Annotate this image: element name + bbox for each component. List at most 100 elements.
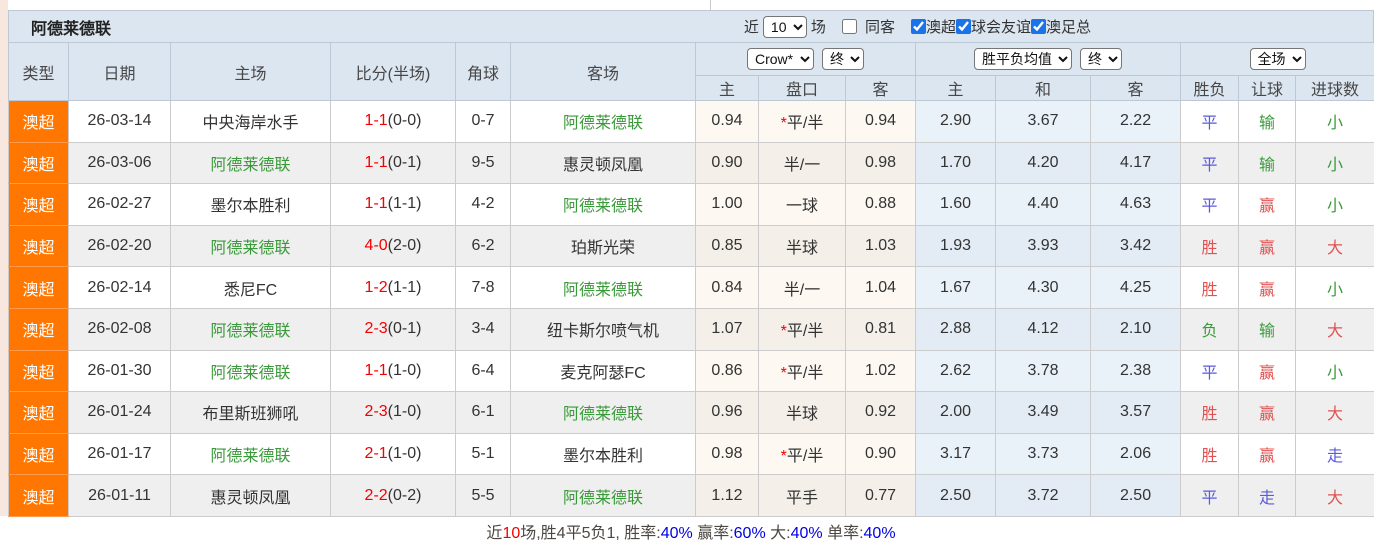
- goals-over-under-result: 大: [1296, 475, 1374, 517]
- handicap-line-cell: *平/半: [759, 101, 846, 143]
- handicap-line: 半球: [786, 406, 818, 423]
- avg-home-odds: 2.50: [916, 475, 996, 517]
- score-cell: 1-1(1-1): [331, 184, 456, 226]
- league-badge: 澳超: [9, 308, 69, 350]
- score-cell: 1-1(0-0): [331, 101, 456, 143]
- table-row: 澳超 26-01-24 布里斯班狮吼 2-3(1-0) 6-1 阿德莱德联 0.…: [9, 392, 1374, 434]
- avg-home-odds: 2.90: [916, 101, 996, 143]
- half-time-score: (0-0): [388, 112, 422, 129]
- league-checkbox[interactable]: [956, 19, 971, 34]
- home-odds: 1.12: [696, 475, 759, 517]
- summary-segment: 60%: [734, 525, 766, 542]
- win-draw-loss-result: 胜: [1181, 267, 1239, 309]
- league-checkbox[interactable]: [1031, 19, 1046, 34]
- handicap-line: 平手: [786, 490, 818, 507]
- league-badge: 澳超: [9, 392, 69, 434]
- handicap-line-cell: 半球: [759, 392, 846, 434]
- away-team: 阿德莱德联: [511, 475, 696, 517]
- home-team: 阿德莱德联: [171, 433, 331, 475]
- bookmaker-select[interactable]: Crow*: [747, 48, 814, 70]
- corners-score: 9-5: [456, 142, 511, 184]
- recent-count-select[interactable]: 10: [763, 16, 807, 38]
- home-odds: 0.86: [696, 350, 759, 392]
- score-cell: 2-1(1-0): [331, 433, 456, 475]
- half-time-score: (2-0): [388, 237, 422, 254]
- win-draw-loss-result: 平: [1181, 142, 1239, 184]
- summary-segment: 40%: [864, 525, 896, 542]
- win-draw-loss-result: 负: [1181, 308, 1239, 350]
- avg-away-odds: 3.42: [1091, 225, 1181, 267]
- col-header-corner: 角球: [456, 43, 511, 101]
- league-badge: 澳超: [9, 350, 69, 392]
- handicap-line-cell: 半/一: [759, 142, 846, 184]
- col-header-handicap: 让球: [1239, 76, 1296, 101]
- full-time-score: 4-0: [365, 237, 388, 254]
- match-date: 26-02-14: [69, 267, 171, 309]
- avg-draw-odds: 4.30: [996, 267, 1091, 309]
- league-badge: 澳超: [9, 225, 69, 267]
- league-label: 澳超: [926, 16, 956, 37]
- avg-home-odds: 1.70: [916, 142, 996, 184]
- col-header-result: 胜负: [1181, 76, 1239, 101]
- half-time-score: (1-0): [388, 403, 422, 420]
- corners-score: 6-4: [456, 350, 511, 392]
- match-date: 26-01-17: [69, 433, 171, 475]
- win-draw-loss-result: 平: [1181, 184, 1239, 226]
- same-venue-checkbox[interactable]: [842, 19, 857, 34]
- col-header-away: 客场: [511, 43, 696, 101]
- home-team: 阿德莱德联: [171, 142, 331, 184]
- full-time-score: 2-2: [365, 487, 388, 504]
- col-header-goals: 进球数: [1296, 76, 1374, 101]
- avg-draw-odds: 3.49: [996, 392, 1091, 434]
- col-header-home: 主场: [171, 43, 331, 101]
- league-filters: 澳超球会友谊澳足总: [911, 16, 1091, 38]
- avg-away-odds: 2.38: [1091, 350, 1181, 392]
- avg-select[interactable]: 胜平负均值: [974, 48, 1072, 70]
- corners-score: 5-5: [456, 475, 511, 517]
- avg-away-odds: 4.17: [1091, 142, 1181, 184]
- league-filter: 澳足总: [1031, 16, 1091, 37]
- match-date: 26-02-27: [69, 184, 171, 226]
- away-team: 阿德莱德联: [511, 101, 696, 143]
- half-time-score: (1-1): [388, 195, 422, 212]
- full-time-score: 2-1: [365, 445, 388, 462]
- home-team: 布里斯班狮吼: [171, 392, 331, 434]
- full-time-score: 1-1: [365, 112, 388, 129]
- home-odds: 0.84: [696, 267, 759, 309]
- col-header-odds-home: 主: [696, 76, 759, 101]
- away-odds: 1.02: [846, 350, 916, 392]
- avg-away-odds: 2.10: [1091, 308, 1181, 350]
- table-row: 澳超 26-02-08 阿德莱德联 2-3(0-1) 3-4 纽卡斯尔喷气机 1…: [9, 308, 1374, 350]
- home-odds: 0.85: [696, 225, 759, 267]
- league-checkbox[interactable]: [911, 19, 926, 34]
- avg-draw-odds: 3.73: [996, 433, 1091, 475]
- handicap-result: 赢: [1239, 350, 1296, 392]
- handicap-line-cell: 半/一: [759, 267, 846, 309]
- half-time-score: (1-1): [388, 279, 422, 296]
- scope-select[interactable]: 全场: [1250, 48, 1306, 70]
- score-cell: 4-0(2-0): [331, 225, 456, 267]
- col-header-avg-home: 主: [916, 76, 996, 101]
- handicap-result: 赢: [1239, 392, 1296, 434]
- col-header-date: 日期: [69, 43, 171, 101]
- bookmaker-time-select[interactable]: 终: [822, 48, 864, 70]
- top-divider-line: [710, 0, 711, 10]
- summary-footer: 近10场,胜4平5负1, 胜率:40% 赢率:60% 大:40% 单率:40%: [8, 517, 1374, 553]
- summary-segment: 大:: [766, 525, 791, 542]
- goals-over-under-result: 小: [1296, 101, 1374, 143]
- avg-draw-odds: 3.72: [996, 475, 1091, 517]
- title-bar: 阿德莱德联 近 10 场 同客 澳超球会友谊澳足总: [8, 10, 1374, 42]
- handicap-line: 半/一: [784, 157, 820, 174]
- results-body: 澳超 26-03-14 中央海岸水手 1-1(0-0) 0-7 阿德莱德联 0.…: [9, 101, 1374, 517]
- handicap-line-cell: *平/半: [759, 433, 846, 475]
- away-team: 麦克阿瑟FC: [511, 350, 696, 392]
- score-cell: 1-2(1-1): [331, 267, 456, 309]
- avg-time-select[interactable]: 终: [1080, 48, 1122, 70]
- away-team: 阿德莱德联: [511, 392, 696, 434]
- handicap-result: 赢: [1239, 225, 1296, 267]
- avg-home-odds: 2.62: [916, 350, 996, 392]
- avg-away-odds: 3.57: [1091, 392, 1181, 434]
- league-badge: 澳超: [9, 267, 69, 309]
- handicap-line: 平/半: [787, 323, 823, 340]
- home-team: 阿德莱德联: [171, 350, 331, 392]
